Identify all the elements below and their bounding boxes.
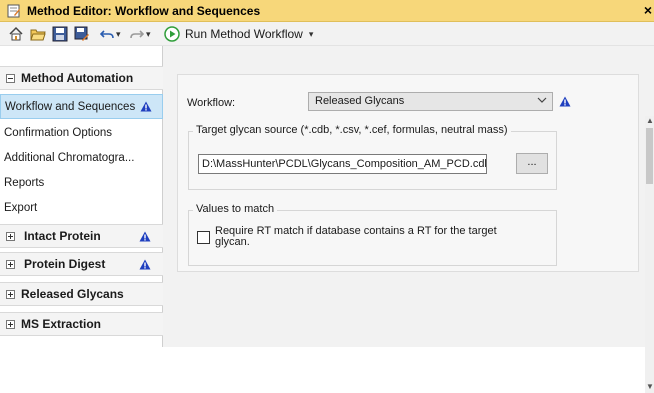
section-label: Method Automation <box>21 71 134 85</box>
browse-button[interactable]: ... <box>516 153 548 174</box>
sidebar-item-label: Workflow and Sequences <box>5 100 136 113</box>
method-editor-icon <box>7 4 20 18</box>
section-method-automation[interactable]: Method Automation <box>0 66 163 90</box>
target-glycan-source-title: Target glycan source (*.cdb, *.csv, *.ce… <box>193 124 511 136</box>
run-dropdown-icon[interactable]: ▾ <box>309 29 314 40</box>
window-title: Method Editor: Workflow and Sequences <box>27 4 261 18</box>
expand-icon[interactable] <box>6 289 15 299</box>
expand-icon[interactable] <box>6 231 15 241</box>
require-rt-match-label: Require RT match if database contains a … <box>215 226 515 248</box>
sidebar-item-label: Additional Chromatogra... <box>4 151 135 164</box>
undo-icon <box>100 30 114 39</box>
open-icon <box>30 29 46 41</box>
close-button[interactable]: × <box>644 2 652 18</box>
save-button[interactable] <box>52 26 68 42</box>
sidebar-item-workflow-and-sequences[interactable]: Workflow and Sequences <box>0 94 163 119</box>
scrollbar-thumb[interactable] <box>646 128 653 184</box>
collapse-icon[interactable] <box>6 73 15 83</box>
warning-icon <box>140 101 152 112</box>
section-label: Intact Protein <box>24 229 101 243</box>
values-to-match-title: Values to match <box>193 203 278 215</box>
sidebar: Method Automation Workflow and Sequences… <box>0 46 163 347</box>
warning-icon <box>139 231 151 242</box>
vertical-scrollbar[interactable]: ▲ ▼ <box>645 116 654 393</box>
section-intact-protein[interactable]: Intact Protein <box>0 224 163 248</box>
open-button[interactable] <box>30 26 46 42</box>
home-icon <box>9 26 23 41</box>
save-as-icon <box>74 26 89 41</box>
expand-icon[interactable] <box>6 319 15 329</box>
sidebar-item-confirmation-options[interactable]: Confirmation Options <box>0 120 163 145</box>
warning-icon <box>139 259 151 270</box>
expand-icon[interactable] <box>6 259 15 269</box>
require-rt-match-checkbox[interactable] <box>197 231 210 244</box>
home-button[interactable] <box>8 26 24 42</box>
warning-icon <box>559 96 571 107</box>
redo-dropdown-icon[interactable]: ▾ <box>146 29 151 40</box>
section-ms-extraction[interactable]: MS Extraction <box>0 312 163 336</box>
scroll-up-icon[interactable]: ▲ <box>646 116 654 125</box>
workflow-label: Workflow: <box>187 97 236 109</box>
sidebar-item-reports[interactable]: Reports <box>0 170 163 195</box>
method-editor-window: Method Editor: Workflow and Sequences × <box>0 0 654 393</box>
title-bar: Method Editor: Workflow and Sequences × <box>0 0 654 22</box>
run-method-workflow-label: Run Method Workflow <box>185 27 303 41</box>
sidebar-item-label: Confirmation Options <box>4 126 113 139</box>
save-as-button[interactable] <box>74 26 90 42</box>
glycan-source-path-input[interactable]: D:\MassHunter\PCDL\Glycans_Composition_A… <box>198 154 487 174</box>
run-method-workflow-button[interactable]: Run Method Workflow ▾ <box>164 26 313 42</box>
undo-button[interactable]: ▾ <box>100 26 121 42</box>
section-label: MS Extraction <box>21 317 102 331</box>
sidebar-item-export[interactable]: Export <box>0 195 163 220</box>
section-label: Protein Digest <box>24 257 106 271</box>
chevron-down-icon <box>537 97 547 103</box>
scroll-down-icon[interactable]: ▼ <box>646 382 654 391</box>
save-icon <box>52 26 68 42</box>
toolbar: ▾ ▾ Run Method Workflow ▾ <box>0 22 654 46</box>
redo-button[interactable]: ▾ <box>130 26 151 42</box>
section-released-glycans[interactable]: Released Glycans <box>0 282 163 306</box>
sidebar-item-label: Reports <box>4 176 45 189</box>
section-label: Released Glycans <box>21 287 124 301</box>
require-rt-match-label-line2: glycan. <box>215 236 250 248</box>
run-icon <box>164 26 180 42</box>
redo-icon <box>130 30 144 39</box>
sidebar-item-additional-chromatograms[interactable]: Additional Chromatogra... <box>0 145 163 170</box>
sidebar-item-label: Export <box>4 201 38 214</box>
section-protein-digest[interactable]: Protein Digest <box>0 252 163 276</box>
workflow-select-value: Released Glycans <box>315 95 405 107</box>
workflow-select[interactable]: Released Glycans <box>308 92 553 111</box>
undo-dropdown-icon[interactable]: ▾ <box>116 29 121 40</box>
require-rt-match-label-line1: Require RT match if database contains a … <box>215 225 497 237</box>
